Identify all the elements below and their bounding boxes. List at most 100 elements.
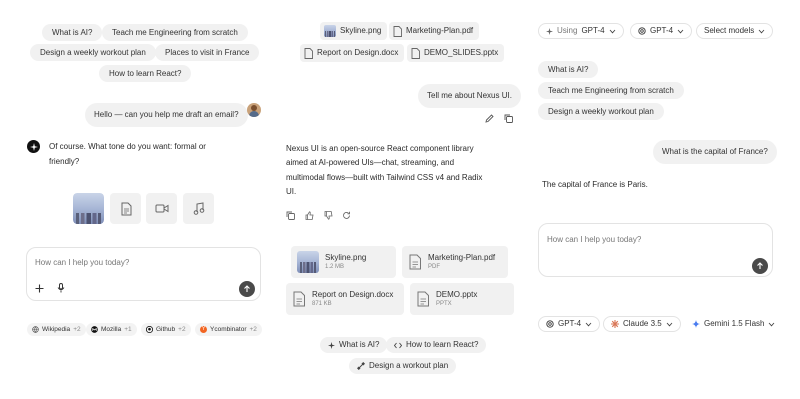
model-dropdown[interactable]: GPT-4 — [630, 23, 693, 39]
globe-icon — [32, 326, 39, 333]
attachment-name: Skyline.png — [340, 26, 382, 35]
chat-input-placeholder[interactable]: How can I help you today? — [547, 235, 641, 244]
assistant-message-line: UI. — [286, 187, 297, 196]
attachment-name: Report on Design.docx — [317, 48, 399, 57]
image-thumbnail[interactable] — [73, 193, 104, 224]
chevron-down-icon — [666, 322, 673, 327]
source-label: Github — [156, 326, 176, 333]
suggestion-chip[interactable]: Teach me Engineering from scratch — [102, 24, 248, 41]
model-name: GPT-4 — [558, 319, 582, 328]
assistant-message-line: friendly? — [49, 157, 80, 166]
source-count: +2 — [73, 326, 81, 333]
file-meta: 1.2 MB — [325, 264, 345, 270]
quick-action-chip[interactable]: What is AI? — [320, 337, 388, 353]
source-count: +1 — [124, 326, 132, 333]
source-chip-github[interactable]: Github +2 — [141, 323, 191, 336]
suggestion-chip[interactable]: What is AI? — [42, 24, 103, 41]
document-icon[interactable] — [110, 193, 141, 224]
assistant-message-line: Of course. What tone do you want: formal… — [49, 142, 206, 151]
chat-input-box[interactable]: How can I help you today? — [26, 247, 261, 301]
model-name: GPT-4 — [650, 26, 674, 35]
copy-icon[interactable] — [286, 211, 295, 220]
image-thumbnail — [324, 25, 336, 37]
source-count: +2 — [178, 326, 186, 333]
openai-icon — [638, 27, 646, 35]
file-card[interactable]: DEMO.pptx PPTX — [410, 283, 514, 315]
plus-icon[interactable] — [35, 284, 44, 293]
model-chip-gemini[interactable]: Gemini 1.5 Flash — [684, 316, 784, 332]
suggestion-chip[interactable]: What is AI? — [538, 61, 599, 78]
openai-icon — [546, 320, 554, 328]
send-button[interactable] — [239, 281, 255, 297]
file-meta: 871 KB — [312, 301, 332, 307]
send-button[interactable] — [752, 258, 768, 274]
quick-action-label: What is AI? — [339, 340, 380, 349]
chat-input-box[interactable]: How can I help you today? — [538, 223, 773, 277]
user-message: What is the capital of France? — [653, 140, 777, 164]
document-icon — [416, 291, 430, 307]
video-icon[interactable] — [146, 193, 177, 224]
model-chip-claude[interactable]: Claude 3.5 — [603, 316, 681, 332]
attachment-chip[interactable]: Report on Design.docx — [300, 44, 405, 62]
assistant-message-line: multimodal flows—built with Tailwind CSS… — [286, 173, 483, 182]
chevron-down-icon — [609, 29, 616, 34]
file-name: DEMO.pptx — [436, 290, 478, 299]
thumbs-down-icon[interactable] — [324, 211, 333, 220]
select-models-label: Select models — [704, 26, 755, 35]
suggestion-chip[interactable]: Design a weekly workout plan — [538, 103, 664, 120]
user-message: Hello — can you help me draft an email? — [85, 103, 248, 127]
user-message: Tell me about Nexus UI. — [418, 84, 521, 108]
microphone-icon[interactable] — [57, 283, 65, 293]
suggestion-chip[interactable]: Design a weekly workout plan — [30, 44, 156, 61]
suggestion-chip[interactable]: Teach me Engineering from scratch — [538, 82, 684, 99]
refresh-icon[interactable] — [342, 211, 351, 220]
file-name: Skyline.png — [325, 253, 367, 262]
thumbs-up-icon[interactable] — [305, 211, 314, 220]
sparkle-icon — [546, 27, 553, 35]
suggestion-chip[interactable]: Places to visit in France — [155, 44, 260, 61]
quick-action-chip[interactable]: Design a workout plan — [349, 358, 457, 374]
source-count: +2 — [249, 326, 257, 333]
image-thumbnail — [297, 251, 319, 273]
using-model-dropdown[interactable]: Using GPT-4 — [538, 23, 624, 39]
select-models-dropdown[interactable]: Select models — [696, 23, 774, 39]
file-name: Marketing-Plan.pdf — [428, 253, 496, 262]
attachment-chip[interactable]: Marketing-Plan.pdf — [389, 22, 480, 40]
music-icon[interactable] — [183, 193, 214, 224]
chevron-down-icon — [768, 322, 775, 327]
assistant-message: The capital of France is Paris. — [542, 180, 648, 189]
model-name: Claude 3.5 — [623, 319, 662, 328]
quick-action-label: Design a workout plan — [369, 361, 449, 370]
chevron-down-icon — [758, 29, 765, 34]
file-meta: PPTX — [436, 301, 452, 307]
code-icon — [394, 342, 402, 349]
attachment-name: DEMO_SLIDES.pptx — [424, 48, 499, 57]
attachment-chip[interactable]: Skyline.png — [320, 22, 388, 40]
github-icon — [146, 326, 153, 333]
quick-action-chip[interactable]: How to learn React? — [386, 337, 487, 353]
source-chip-ycombinator[interactable]: Y Ycombinator +2 — [195, 323, 262, 336]
model-name: Gemini 1.5 Flash — [704, 319, 765, 328]
file-card[interactable]: Marketing-Plan.pdf PDF — [402, 246, 508, 278]
document-icon — [393, 25, 402, 37]
file-card[interactable]: Report on Design.docx 871 KB — [286, 283, 404, 315]
chat-input-placeholder[interactable]: How can I help you today? — [35, 258, 129, 267]
source-label: Wikipedia — [42, 326, 71, 333]
edit-icon[interactable] — [485, 114, 494, 123]
mozilla-icon — [91, 326, 98, 333]
model-chip-gpt4[interactable]: GPT-4 — [538, 316, 601, 332]
source-label: Ycombinator — [210, 326, 247, 333]
source-chip-wikipedia[interactable]: Wikipedia +2 — [27, 323, 86, 336]
attachment-chip[interactable]: DEMO_SLIDES.pptx — [407, 44, 505, 62]
avatar — [247, 103, 261, 117]
copy-icon[interactable] — [504, 114, 513, 123]
using-label: Using — [557, 26, 578, 35]
assistant-message-line: Nexus UI is an open-source React compone… — [286, 144, 474, 153]
file-name: Report on Design.docx — [312, 290, 394, 299]
gemini-icon — [692, 320, 700, 328]
source-chip-mozilla[interactable]: Mozilla +1 — [86, 323, 137, 336]
suggestion-chip[interactable]: How to learn React? — [99, 65, 192, 82]
assistant-sparkle-icon — [27, 140, 40, 153]
file-card[interactable]: Skyline.png 1.2 MB — [291, 246, 396, 278]
document-icon — [408, 254, 422, 270]
